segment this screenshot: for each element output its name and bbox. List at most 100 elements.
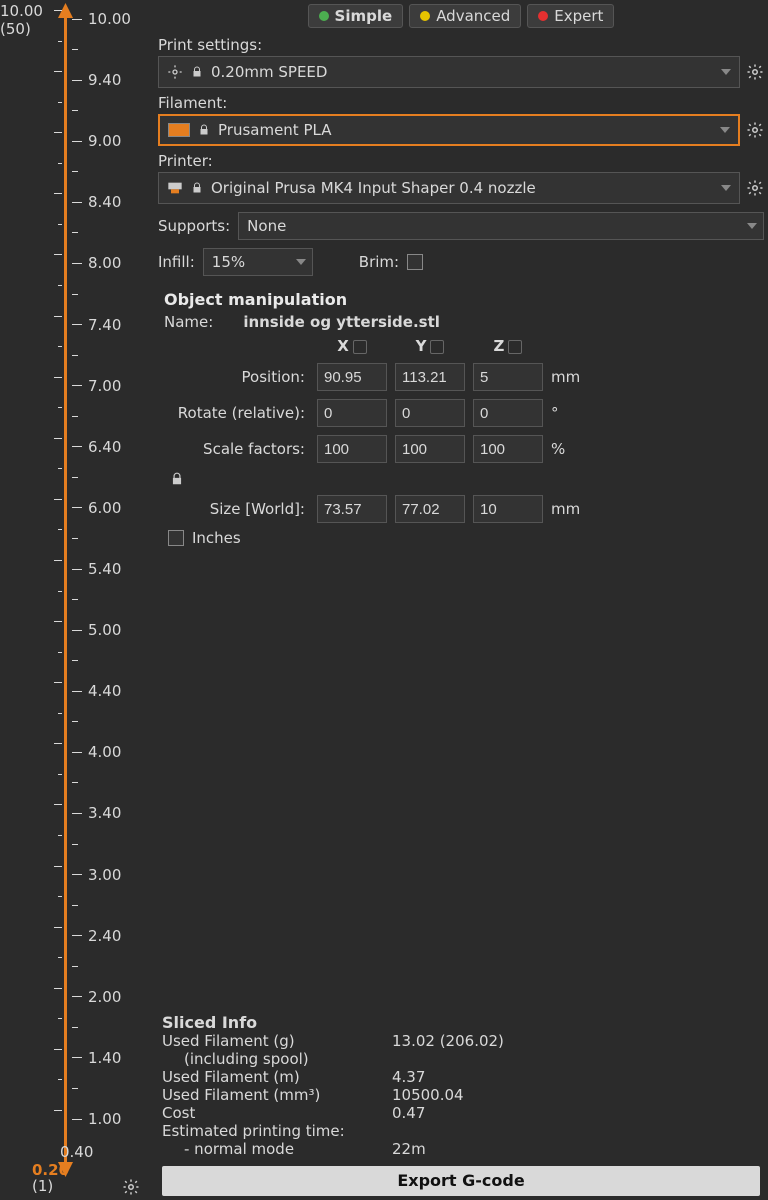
- mode-switch-row: Simple Advanced Expert: [158, 0, 764, 30]
- ruler-tick-left-minor: [52, 896, 62, 897]
- ruler-tick-minor: -: [72, 957, 89, 975]
- ruler-tick-left-minor: [52, 346, 62, 347]
- sliced-fmm-value: 10500.04: [392, 1086, 464, 1104]
- sliced-info-title: Sliced Info: [162, 1013, 760, 1032]
- object-name-label: Name:: [164, 313, 213, 331]
- dot-yellow-icon: [420, 11, 430, 21]
- mode-expert-button[interactable]: Expert: [527, 4, 614, 28]
- dot-green-icon: [319, 11, 329, 21]
- sliced-fg-label: Used Filament (g): [162, 1032, 392, 1050]
- printer-dropdown[interactable]: Original Prusa MK4 Input Shaper 0.4 nozz…: [158, 172, 740, 204]
- position-y-input[interactable]: [395, 363, 465, 391]
- chevron-down-icon: [721, 185, 731, 191]
- brim-checkbox[interactable]: [407, 254, 423, 270]
- scale-lock[interactable]: [164, 471, 309, 487]
- ruler-tick-left: [48, 866, 62, 867]
- ruler-tick-left: [48, 193, 62, 194]
- ruler-tick: 2.00: [72, 988, 121, 1006]
- ruler-tick: 3.00: [72, 866, 121, 884]
- ruler-tick-minor: -: [72, 774, 89, 792]
- position-z-input[interactable]: [473, 363, 543, 391]
- object-manipulation-grid: X Y Z Position: mm Rotate (relative): ° …: [164, 337, 758, 523]
- gear-icon[interactable]: [122, 1178, 140, 1196]
- ruler-tick: 8.00: [72, 254, 121, 272]
- axis-icon[interactable]: [430, 340, 444, 354]
- right-panel: Simple Advanced Expert Print settings: 0…: [150, 0, 768, 1200]
- filament-label: Filament:: [158, 94, 764, 112]
- size-z-input[interactable]: [473, 495, 543, 523]
- rotate-unit: °: [551, 404, 591, 422]
- export-gcode-button[interactable]: Export G-code: [162, 1166, 760, 1196]
- size-unit: mm: [551, 500, 591, 518]
- ruler-tick-left-minor: [52, 835, 62, 836]
- inches-label: Inches: [192, 529, 241, 547]
- slider-top-count: (50): [0, 20, 43, 38]
- ruler-tick: 3.40: [72, 804, 121, 822]
- size-y-input[interactable]: [395, 495, 465, 523]
- ruler-tick: 4.00: [72, 743, 121, 761]
- ruler-tick-left-minor: [52, 163, 62, 164]
- axis-x-header: X: [317, 337, 387, 355]
- ruler-tick: 5.40: [72, 560, 121, 578]
- ruler-tick-left: [48, 560, 62, 561]
- scale-z-input[interactable]: [473, 435, 543, 463]
- ruler-tick-left-minor: [52, 957, 62, 958]
- rotate-x-input[interactable]: [317, 399, 387, 427]
- filament-edit-icon[interactable]: [746, 121, 764, 139]
- position-x-input[interactable]: [317, 363, 387, 391]
- chevron-down-icon: [747, 223, 757, 229]
- filament-value: Prusament PLA: [218, 121, 331, 139]
- brim-label: Brim:: [359, 253, 399, 271]
- slider-bot-value: 0.20: [32, 1162, 69, 1178]
- scale-y-input[interactable]: [395, 435, 465, 463]
- slider-ruler: 10.00-9.40-9.00-8.40-8.00-7.40-7.00-6.40…: [72, 10, 150, 1170]
- ruler-tick-minor: -: [72, 1018, 89, 1036]
- position-unit: mm: [551, 368, 591, 386]
- ruler-tick-minor: -: [72, 102, 89, 120]
- size-x-input[interactable]: [317, 495, 387, 523]
- rotate-y-input[interactable]: [395, 399, 465, 427]
- mode-simple-label: Simple: [335, 7, 393, 25]
- ruler-tick: 1.40: [72, 1049, 121, 1067]
- ruler-tick-minor: -: [72, 407, 89, 425]
- layer-slider-track[interactable]: [64, 10, 67, 1170]
- infill-dropdown[interactable]: 15%: [203, 248, 313, 276]
- ruler-tick-minor: -: [72, 468, 89, 486]
- rotate-z-input[interactable]: [473, 399, 543, 427]
- ruler-tick: 9.40: [72, 71, 121, 89]
- inches-checkbox[interactable]: [168, 530, 184, 546]
- ruler-tick-left: [48, 804, 62, 805]
- print-settings-label: Print settings:: [158, 36, 764, 54]
- axis-icon[interactable]: [353, 340, 367, 354]
- print-settings-dropdown[interactable]: 0.20mm SPEED: [158, 56, 740, 88]
- ruler-tick-minor: -: [72, 163, 89, 181]
- sliced-fmm-label: Used Filament (mm³): [162, 1086, 392, 1104]
- chevron-down-icon: [296, 259, 306, 265]
- ruler-tick-left: [48, 927, 62, 928]
- mode-simple-button[interactable]: Simple: [308, 4, 404, 28]
- size-label: Size [World]:: [164, 500, 309, 518]
- print-settings-edit-icon[interactable]: [746, 63, 764, 81]
- lock-icon: [170, 471, 184, 487]
- mode-advanced-button[interactable]: Advanced: [409, 4, 521, 28]
- sliced-time-value: 22m: [392, 1140, 426, 1158]
- axis-icon[interactable]: [508, 340, 522, 354]
- scale-x-input[interactable]: [317, 435, 387, 463]
- ruler-tick-minor: -: [72, 529, 89, 547]
- filament-dropdown[interactable]: Prusament PLA: [158, 114, 740, 146]
- ruler-tick-left-minor: [52, 41, 62, 42]
- sliced-time-sub: - normal mode: [162, 1140, 392, 1158]
- sliced-fm-label: Used Filament (m): [162, 1068, 392, 1086]
- ruler-tick-minor: -: [72, 713, 89, 731]
- printer-value: Original Prusa MK4 Input Shaper 0.4 nozz…: [211, 179, 536, 197]
- ruler-tick-left: [48, 132, 62, 133]
- ruler-tick-left: [48, 10, 62, 11]
- ruler-tick-left: [48, 316, 62, 317]
- ruler-tick-left-minor: [52, 1079, 62, 1080]
- sliced-fg-sub: (including spool): [162, 1050, 392, 1068]
- object-name-value: innside og ytterside.stl: [243, 313, 440, 331]
- printer-edit-icon[interactable]: [746, 179, 764, 197]
- supports-dropdown[interactable]: None: [238, 212, 764, 240]
- ruler-tick-minor: -: [72, 1079, 89, 1097]
- ruler-tick-left-minor: [52, 468, 62, 469]
